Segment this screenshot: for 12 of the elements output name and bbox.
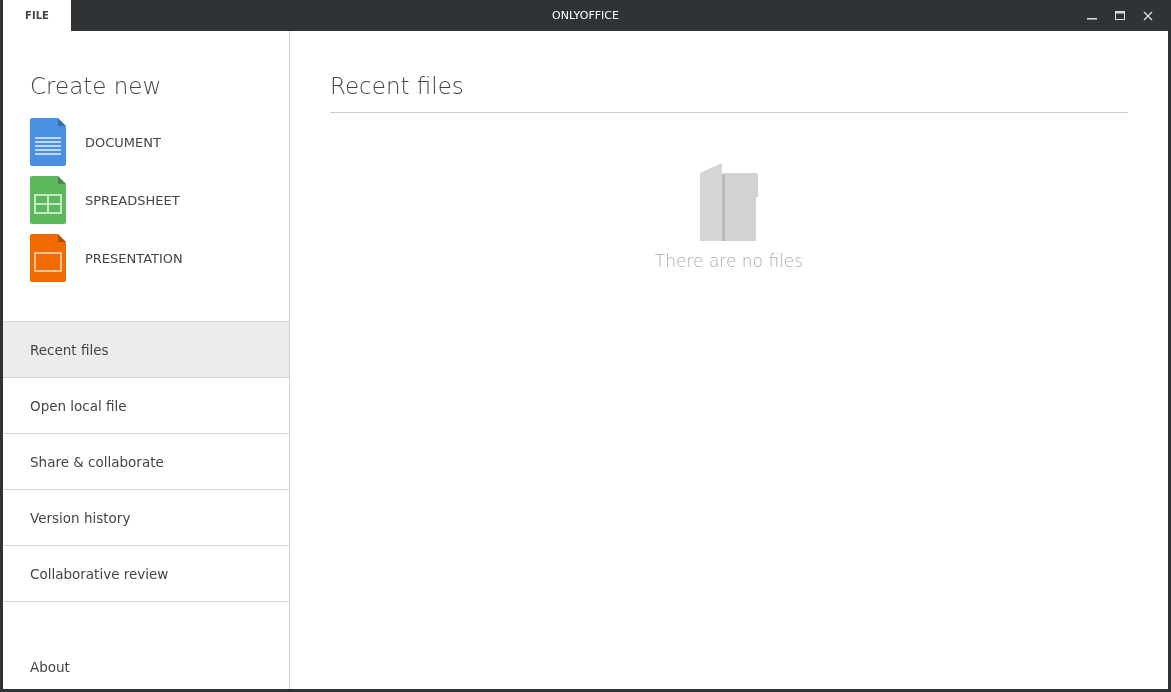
empty-message: There are no files bbox=[654, 251, 804, 271]
recent-files-heading: Recent files bbox=[330, 73, 1128, 113]
window-title: ONLYOFFICE bbox=[552, 9, 619, 22]
create-item[interactable]: SPREADSHEET bbox=[85, 192, 180, 208]
menu-item[interactable]: Recent files bbox=[3, 322, 289, 378]
file-tab[interactable]: FILE bbox=[3, 0, 71, 31]
create-item[interactable]: DOCUMENT bbox=[85, 134, 161, 150]
create-item[interactable]: PRESENTATION bbox=[85, 250, 183, 266]
close-icon[interactable] bbox=[1143, 10, 1153, 21]
create-new-heading: Create new bbox=[30, 73, 163, 99]
folder-icon bbox=[700, 163, 758, 241]
maximize-icon[interactable] bbox=[1115, 11, 1125, 20]
